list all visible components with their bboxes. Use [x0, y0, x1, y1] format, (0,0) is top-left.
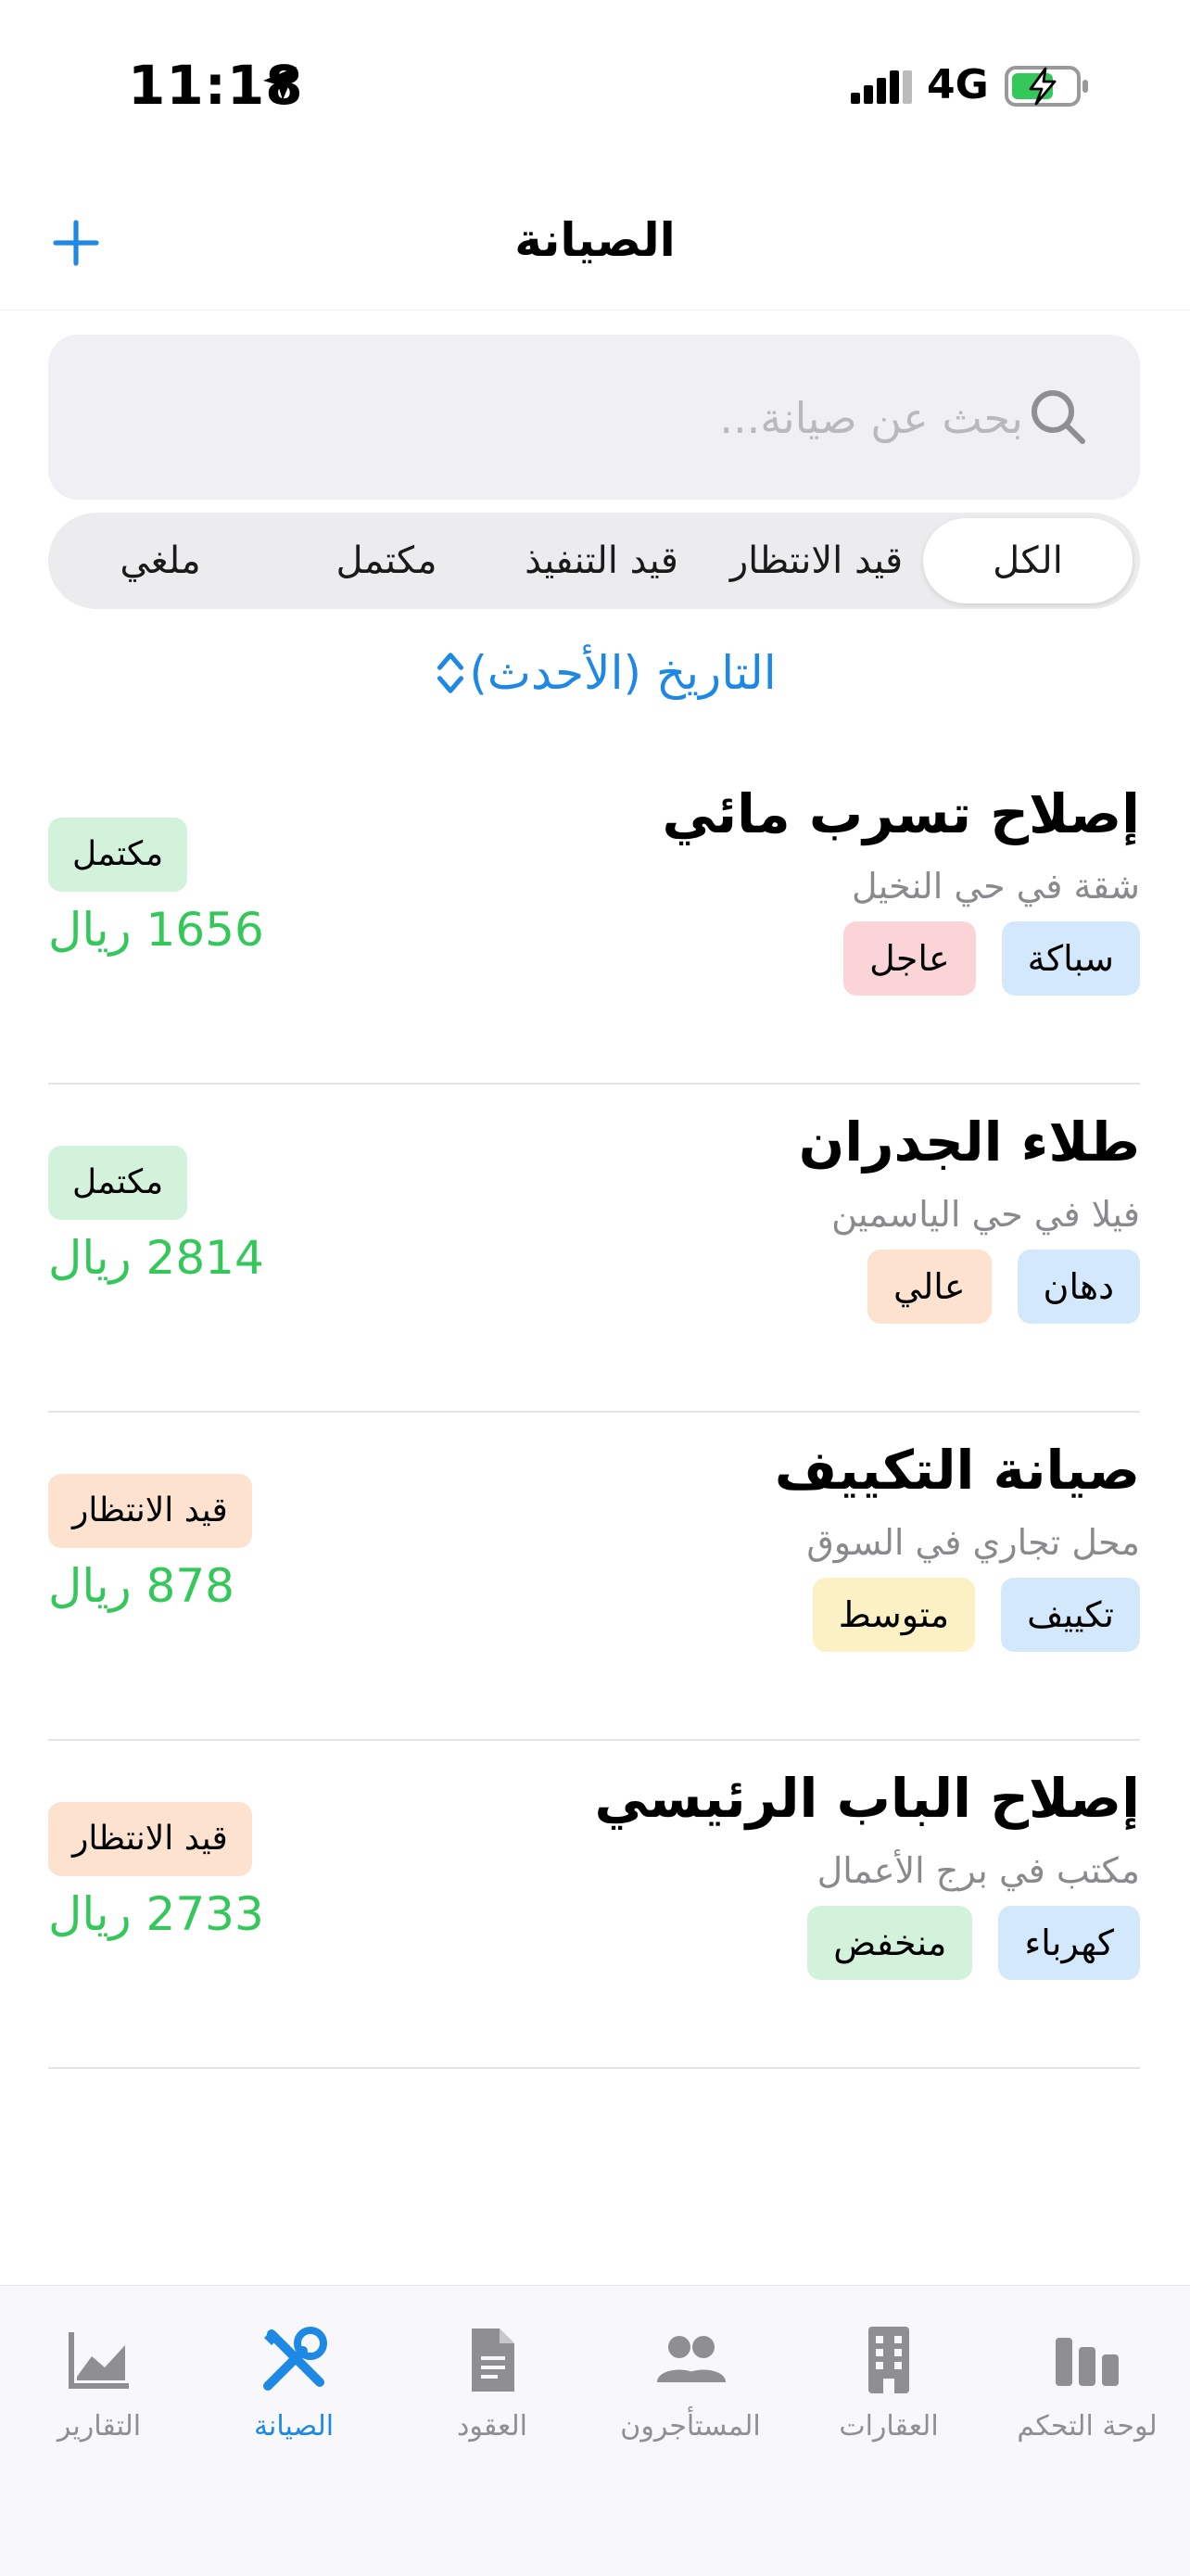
- tab-properties[interactable]: العقارات: [790, 2323, 988, 2471]
- network-type: 4G: [927, 61, 989, 108]
- status-badge: قيد الانتظار: [48, 1474, 252, 1548]
- item-subtitle: شقة في حي النخيل: [851, 866, 1140, 907]
- item-subtitle: مكتب في برج الأعمال: [817, 1850, 1140, 1891]
- filter-cancelled[interactable]: ملغي: [56, 518, 265, 603]
- tools-icon: [263, 2327, 327, 2391]
- tab-maintenance[interactable]: الصيانة: [195, 2323, 393, 2471]
- location-arrow-icon: [263, 67, 297, 100]
- list-item[interactable]: طلاء الجدران فيلا في حي الياسمين دهان عا…: [48, 1083, 1140, 1413]
- tab-label: التقارير: [57, 2410, 142, 2443]
- tab-label: العقود: [457, 2410, 527, 2443]
- page-title: الصيانة: [514, 213, 676, 267]
- sort-button[interactable]: التاريخ (الأحدث): [0, 636, 1190, 710]
- item-title: طلاء الجدران: [798, 1110, 1140, 1174]
- tab-reports[interactable]: التقارير: [0, 2323, 198, 2471]
- list-item[interactable]: صيانة التكييف محل تجاري في السوق تكييف م…: [48, 1411, 1140, 1741]
- people-icon: [657, 2336, 726, 2382]
- filter-in-progress[interactable]: قيد التنفيذ: [495, 518, 708, 603]
- search-input[interactable]: [95, 335, 1025, 501]
- sort-label: التاريخ (الأحدث): [469, 646, 777, 700]
- price: 2733 ريال: [48, 1887, 264, 1941]
- item-title: إصلاح تسرب مائي: [662, 782, 1140, 845]
- battery-charging-icon: [1005, 66, 1088, 107]
- item-subtitle: فيلا في حي الياسمين: [831, 1194, 1140, 1235]
- item-subtitle: محل تجاري في السوق: [806, 1522, 1140, 1563]
- tab-label: العقارات: [839, 2410, 939, 2443]
- document-icon: [472, 2329, 514, 2392]
- building-icon: [868, 2327, 909, 2393]
- tab-contracts[interactable]: العقود: [393, 2323, 591, 2471]
- tab-label: الصيانة: [253, 2410, 335, 2443]
- filter-all[interactable]: الكل: [923, 518, 1133, 603]
- nav-bar: الصيانة: [0, 185, 1190, 311]
- priority-tag: عاجل: [843, 921, 976, 996]
- tab-label: المستأجرون: [620, 2410, 761, 2443]
- price: 2814 ريال: [48, 1231, 264, 1285]
- priority-tag: عالي: [867, 1250, 992, 1324]
- search-box[interactable]: [48, 335, 1140, 501]
- item-title: صيانة التكييف: [774, 1439, 1140, 1502]
- category-tag: تكييف: [1001, 1578, 1140, 1652]
- category-tag: كهرباء: [998, 1906, 1140, 1980]
- tab-bar: لوحة التحكم العقارات المستأجرون العقود ا…: [0, 2285, 1190, 2576]
- sort-chevrons-icon: [437, 653, 464, 693]
- status-badge: مكتمل: [48, 1146, 188, 1220]
- priority-tag: منخفض: [807, 1906, 973, 1980]
- category-tag: دهان: [1017, 1250, 1140, 1324]
- status-badge: مكتمل: [48, 818, 188, 892]
- list-item[interactable]: إصلاح تسرب مائي شقة في حي النخيل سباكة ع…: [48, 755, 1140, 1085]
- status-filter: الكل قيد الانتظار قيد التنفيذ مكتمل ملغي: [48, 513, 1140, 609]
- search-icon: [1032, 390, 1085, 444]
- dashboard-icon: [1056, 2338, 1119, 2386]
- chart-icon: [69, 2332, 129, 2389]
- price: 1656 ريال: [48, 903, 264, 957]
- status-badge: قيد الانتظار: [48, 1802, 252, 1876]
- tab-tenants[interactable]: المستأجرون: [591, 2323, 790, 2471]
- tab-dashboard[interactable]: لوحة التحكم: [988, 2323, 1186, 2471]
- price: 878 ريال: [48, 1559, 234, 1613]
- filter-pending[interactable]: قيد الانتظار: [712, 518, 921, 603]
- category-tag: سباكة: [1001, 921, 1140, 996]
- status-bar: 11:18 4G: [0, 0, 1190, 176]
- priority-tag: متوسط: [812, 1578, 976, 1652]
- filter-completed[interactable]: مكتمل: [282, 518, 491, 603]
- tab-label: لوحة التحكم: [1017, 2410, 1158, 2443]
- signal-icon: [851, 70, 912, 104]
- item-title: إصلاح الباب الرئيسي: [594, 1767, 1140, 1830]
- list-item[interactable]: إصلاح الباب الرئيسي مكتب في برج الأعمال …: [48, 1739, 1140, 2069]
